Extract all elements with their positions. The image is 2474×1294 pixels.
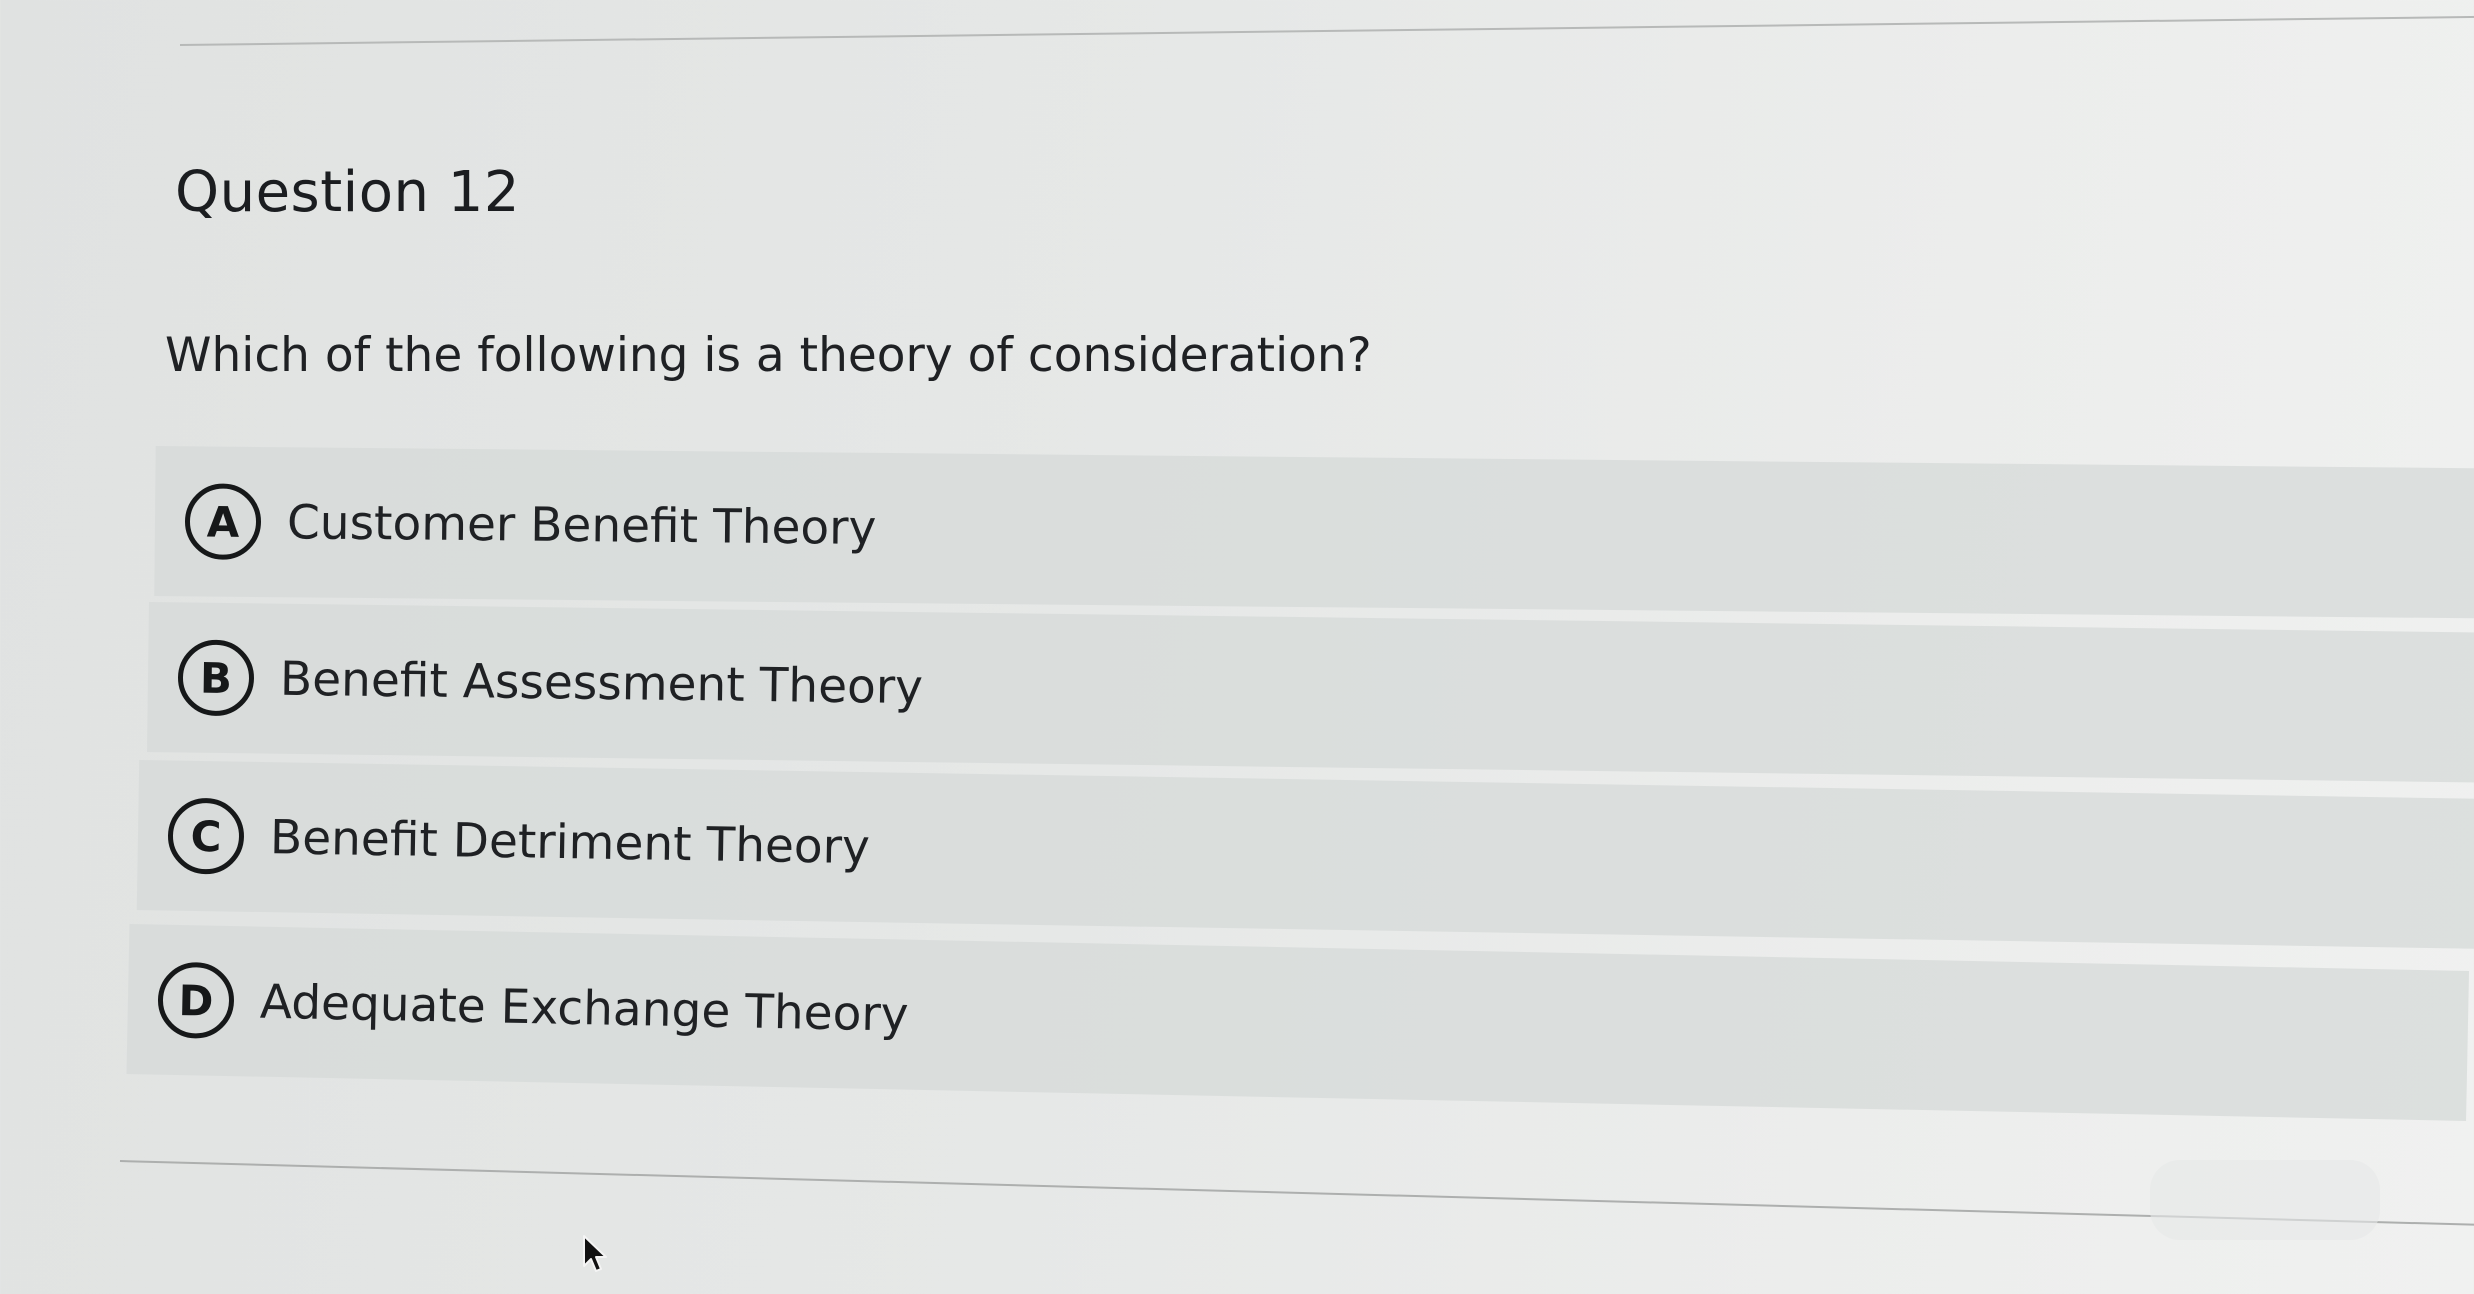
answer-option-b[interactable]: B Benefit Assessment Theory xyxy=(147,602,2474,783)
answer-option-d[interactable]: D Adequate Exchange Theory xyxy=(126,924,2470,1121)
answer-option-a[interactable]: A Customer Benefit Theory xyxy=(154,446,2474,619)
option-letter-badge: B xyxy=(177,639,255,717)
answer-option-c[interactable]: C Benefit Detriment Theory xyxy=(136,760,2474,949)
mouse-pointer-icon xyxy=(583,1235,607,1272)
option-letter-badge: D xyxy=(157,961,235,1040)
answer-options: A Customer Benefit Theory B Benefit Asse… xyxy=(0,0,2474,1294)
option-letter-badge: C xyxy=(167,797,245,875)
option-label: Adequate Exchange Theory xyxy=(259,974,910,1043)
option-label: Customer Benefit Theory xyxy=(286,494,877,556)
option-label: Benefit Assessment Theory xyxy=(279,651,924,715)
option-letter-badge: A xyxy=(184,483,262,561)
option-label: Benefit Detriment Theory xyxy=(269,809,871,875)
screen-glare xyxy=(2150,1160,2380,1240)
